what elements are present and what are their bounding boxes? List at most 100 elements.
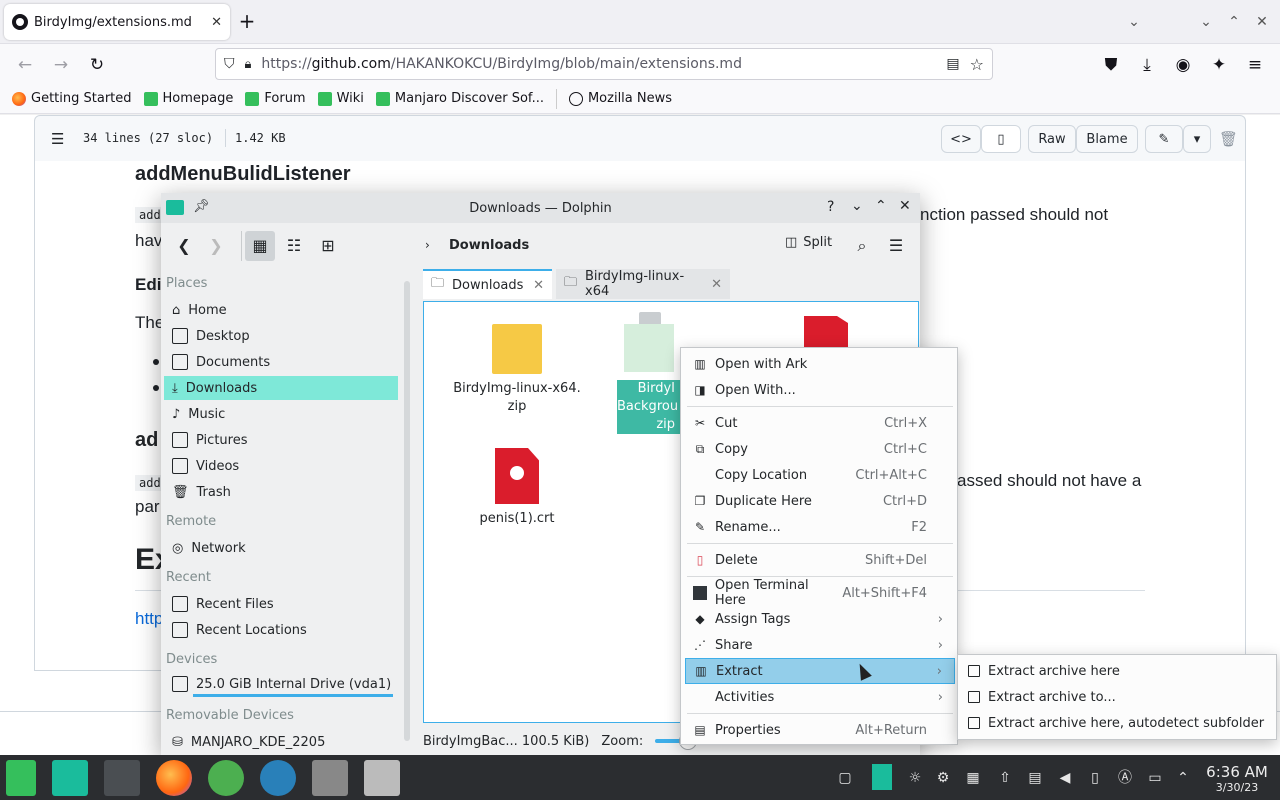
- input-icon[interactable]: Ⓐ: [1116, 769, 1134, 787]
- list-all-tabs-icon[interactable]: ⌄: [1124, 12, 1144, 32]
- reload-icon[interactable]: ↻: [84, 52, 110, 78]
- window-titlebar[interactable]: 📌︎ Downloads — Dolphin ? ⌄ ⌃ ✕: [161, 193, 920, 223]
- sidebar-item-downloads[interactable]: ⤓ Downloads: [164, 376, 398, 400]
- network-icon[interactable]: ▭: [1146, 769, 1164, 787]
- sidebar-scrollbar[interactable]: [404, 281, 410, 741]
- downloads-icon[interactable]: ⤓: [1134, 52, 1160, 78]
- dolphin-task-icon[interactable]: [52, 760, 88, 796]
- edit-dropdown-icon[interactable]: ▾: [1183, 125, 1211, 153]
- close-tab-icon[interactable]: ✕: [211, 15, 222, 30]
- sidebar-item-desktop[interactable]: Desktop: [164, 324, 398, 348]
- menu-item-copy-location[interactable]: Copy Location Ctrl+Alt+C: [685, 462, 955, 488]
- bookmark-getting-started[interactable]: Getting Started: [12, 91, 132, 106]
- browser-task-icon[interactable]: [260, 760, 296, 796]
- pager-icon[interactable]: [872, 764, 892, 790]
- minimize-icon[interactable]: ⌄: [851, 198, 863, 214]
- bookmark-star-icon[interactable]: ☆: [970, 55, 984, 74]
- forward-icon[interactable]: →: [48, 52, 74, 78]
- compact-view-icon[interactable]: ☷: [279, 231, 309, 261]
- bookmark-mozilla-news[interactable]: Mozilla News: [568, 91, 672, 106]
- menu-item-extract-autodetect[interactable]: Extract archive here, autodetect subfold…: [964, 710, 1272, 736]
- menu-item-copy[interactable]: ⧉ Copy Ctrl+C: [685, 436, 955, 462]
- close-tab-icon[interactable]: ✕: [711, 277, 722, 292]
- reader-view-icon[interactable]: ▤: [946, 56, 959, 72]
- firefox-task-icon[interactable]: [156, 760, 192, 796]
- outline-icon[interactable]: ☰: [51, 130, 64, 148]
- menu-item-open-with[interactable]: ◨ Open With...: [685, 377, 955, 403]
- lock-icon[interactable]: 🔒︎: [245, 57, 252, 72]
- menu-item-cut[interactable]: ✂ Cut Ctrl+X: [685, 410, 955, 436]
- sidebar-item-pictures[interactable]: Pictures: [164, 428, 398, 452]
- menu-item-extract[interactable]: ▥ Extract ›: [685, 658, 955, 684]
- code-view-button[interactable]: <>: [941, 125, 981, 153]
- minimize-icon[interactable]: ⌄: [1196, 12, 1216, 32]
- shield-icon[interactable]: ⛉: [224, 56, 235, 72]
- menu-item-properties[interactable]: ▤ Properties Alt+Return: [685, 717, 955, 743]
- menu-item-activities[interactable]: Activities ›: [685, 684, 955, 710]
- extensions-icon[interactable]: ✦: [1206, 52, 1232, 78]
- close-icon[interactable]: ✕: [899, 198, 911, 214]
- menu-icon[interactable]: ≡: [1242, 52, 1268, 78]
- clipboard-icon[interactable]: ▤: [1026, 769, 1044, 787]
- volume-icon[interactable]: ◀︎: [1056, 769, 1074, 787]
- split-button[interactable]: ◫ Split: [785, 235, 832, 250]
- maximize-icon[interactable]: ⌃: [1224, 12, 1244, 32]
- close-tab-icon[interactable]: ✕: [533, 278, 544, 293]
- tab-downloads[interactable]: 🗀︎ Downloads ✕: [423, 269, 552, 299]
- menu-item-delete[interactable]: ▯ Delete Shift+Del: [685, 547, 955, 573]
- menu-item-open-with-ark[interactable]: ▥ Open with Ark: [685, 351, 955, 377]
- menu-item-rename[interactable]: ✎ Rename... F2: [685, 514, 955, 540]
- sidebar-item-recent-locations[interactable]: Recent Locations: [164, 618, 398, 642]
- clipboard-icon[interactable]: ▦: [964, 769, 982, 787]
- preview-button[interactable]: ▯: [981, 125, 1021, 153]
- bookmark-discover[interactable]: Manjaro Discover Sof...: [375, 91, 544, 106]
- breadcrumb[interactable]: Downloads: [449, 238, 529, 253]
- sidebar-item-documents[interactable]: Documents: [164, 350, 398, 374]
- menu-item-extract-here[interactable]: Extract archive here: [964, 658, 1272, 684]
- tab-birdyimg[interactable]: 🗀︎ BirdyImg-linux-x64 ✕: [556, 269, 730, 299]
- sidebar-item-music[interactable]: ♪ Music: [164, 402, 398, 426]
- raw-button[interactable]: Raw: [1028, 125, 1076, 153]
- hamburger-menu-icon[interactable]: ☰: [881, 231, 911, 261]
- back-icon[interactable]: ❮: [169, 231, 199, 261]
- expand-tray-icon[interactable]: ⌃: [1174, 769, 1192, 787]
- menu-item-share[interactable]: ⋰ Share ›: [685, 632, 955, 658]
- menu-item-open-terminal[interactable]: Open Terminal Here Alt+Shift+F4: [685, 578, 955, 608]
- maximize-icon[interactable]: ⌃: [875, 198, 887, 214]
- bookmark-homepage[interactable]: Homepage: [143, 91, 233, 106]
- sidebar-item-videos[interactable]: Videos: [164, 454, 398, 478]
- account-icon[interactable]: ◉: [1170, 52, 1196, 78]
- bookmark-forum[interactable]: Forum: [245, 91, 306, 106]
- sidebar-item-internal-drive[interactable]: 25.0 GiB Internal Drive (vda1): [164, 672, 398, 696]
- new-tab-button[interactable]: +: [236, 10, 258, 32]
- show-desktop-icon[interactable]: ▢: [836, 769, 854, 787]
- app-launcher-icon[interactable]: [6, 760, 36, 796]
- clock[interactable]: 6:36 AM 3/30/23: [1200, 763, 1274, 794]
- terminal-task-icon[interactable]: [104, 760, 140, 796]
- trash-icon[interactable]: 🗑︎: [1219, 130, 1238, 148]
- sidebar-item-removable[interactable]: ⛁ MANJARO_KDE_2205: [164, 730, 398, 754]
- back-icon[interactable]: ←: [12, 52, 38, 78]
- kde-connect-icon[interactable]: ⚙: [934, 769, 952, 787]
- menu-item-assign-tags[interactable]: ◆ Assign Tags ›: [685, 606, 955, 632]
- download-manager-task-icon[interactable]: [208, 760, 244, 796]
- updates-icon[interactable]: ⇧: [996, 769, 1014, 787]
- search-icon[interactable]: ⌕: [847, 231, 877, 261]
- menu-item-duplicate[interactable]: ❐ Duplicate Here Ctrl+D: [685, 488, 955, 514]
- usb-icon[interactable]: ▯: [1086, 769, 1104, 787]
- pocket-icon[interactable]: ⛊: [1098, 52, 1124, 78]
- close-window-icon[interactable]: ✕: [1252, 12, 1272, 32]
- file-item-selected[interactable]: BirdyI Backgrou zip: [617, 312, 681, 434]
- browser-tab[interactable]: BirdyImg/extensions.md at main ✕: [4, 4, 230, 40]
- icons-view-icon[interactable]: ▦: [245, 231, 275, 261]
- link-fragment[interactable]: http: [135, 609, 163, 629]
- edit-icon[interactable]: ✎: [1145, 125, 1183, 153]
- details-view-icon[interactable]: ⊞: [313, 231, 343, 261]
- sidebar-item-network[interactable]: ◎ Network: [164, 536, 398, 560]
- url-bar[interactable]: ⛉ 🔒︎ https://github.com/HAKANKOKCU/Birdy…: [215, 48, 993, 80]
- certificate-file-icon[interactable]: [804, 316, 848, 348]
- sidebar-item-trash[interactable]: 🗑︎ Trash: [164, 480, 398, 504]
- sidebar-item-recent-files[interactable]: Recent Files: [164, 592, 398, 616]
- file-item[interactable]: BirdyImg-linux-x64. zip: [452, 324, 582, 416]
- file-item[interactable]: penis(1).crt: [452, 448, 582, 528]
